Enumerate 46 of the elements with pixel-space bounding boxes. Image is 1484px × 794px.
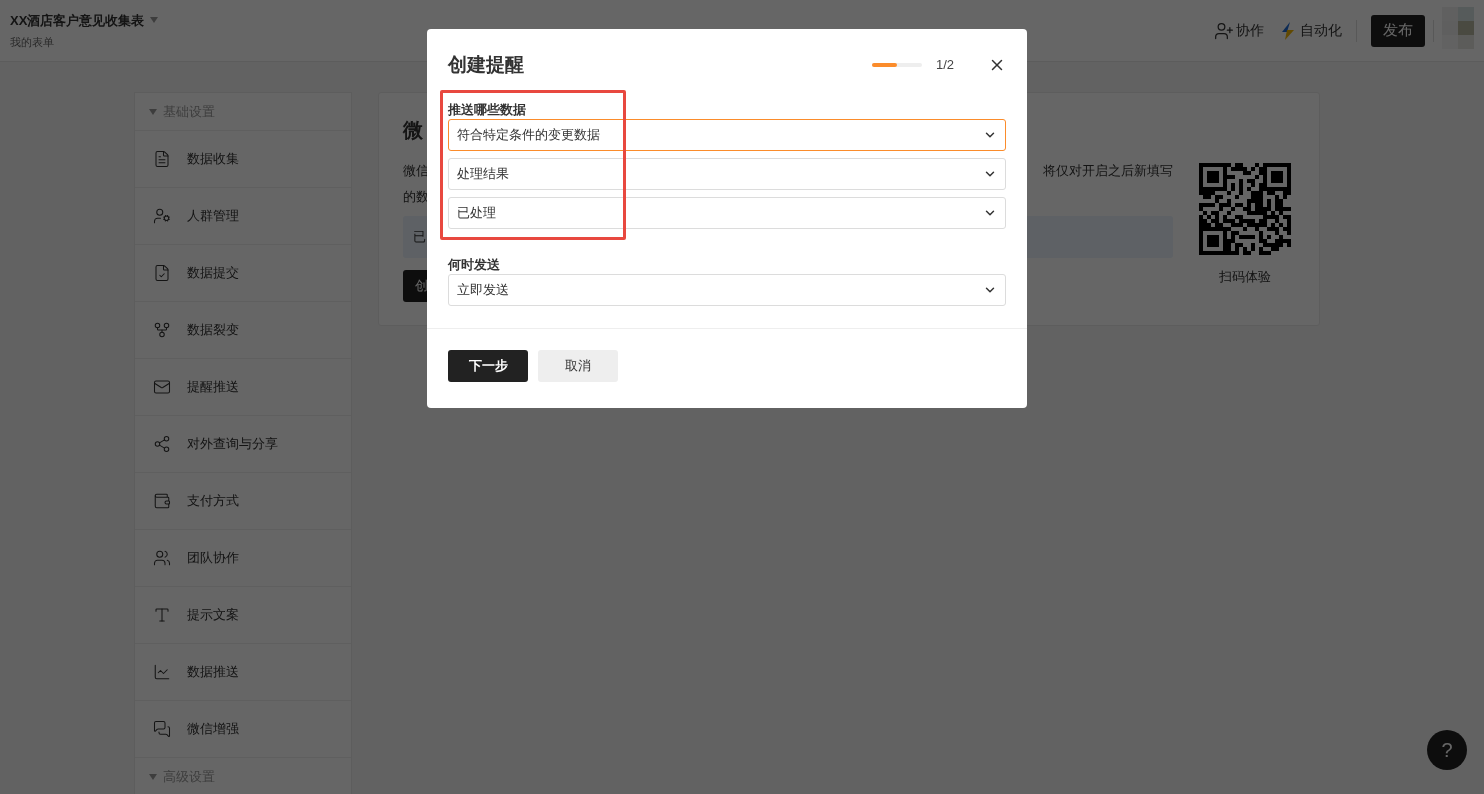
cancel-button[interactable]: 取消 <box>538 350 618 382</box>
sidebar-item[interactable]: 支付方式 <box>135 473 351 530</box>
sidebar-item[interactable]: 数据收集 <box>135 131 351 188</box>
collaborate-button[interactable]: 协作 <box>1214 20 1264 41</box>
sidebar-item[interactable]: 数据提交 <box>135 245 351 302</box>
field-label: 推送哪些数据 <box>448 103 527 117</box>
document-icon <box>153 150 171 168</box>
nodes-icon <box>153 321 171 339</box>
dialog-title: 创建提醒 <box>448 52 524 77</box>
envelope-icon <box>153 378 171 396</box>
caret-icon <box>149 773 157 780</box>
share-icon <box>153 435 171 453</box>
caret-icon <box>150 17 159 24</box>
help-button[interactable]: ? <box>1427 730 1467 770</box>
user-plus-icon <box>1214 20 1234 41</box>
sidebar-item[interactable]: 数据推送 <box>135 644 351 701</box>
card-title: 微 <box>403 118 423 143</box>
chart-icon <box>153 663 171 681</box>
sidebar-item[interactable]: 对外查询与分享 <box>135 416 351 473</box>
description-text: 的数 <box>403 187 430 206</box>
step-counter: 1/2 <box>935 56 954 75</box>
sidebar-item[interactable]: 数据裂变 <box>135 302 351 359</box>
chat-bubbles-icon <box>153 720 171 738</box>
wallet-icon <box>153 492 171 510</box>
form-title: XX酒店客户意见收集表 <box>10 11 145 30</box>
sidebar-item[interactable]: 人群管理 <box>135 188 351 245</box>
lightning-icon <box>1280 21 1296 40</box>
qr-caption: 扫码体验 <box>1219 268 1271 286</box>
select-field[interactable]: 符合特定条件的变更数据 <box>448 119 1006 151</box>
sidebar-item[interactable]: 团队协作 <box>135 530 351 587</box>
sidebar-item[interactable]: 提示文案 <box>135 587 351 644</box>
people-icon <box>153 549 171 567</box>
document-check-icon <box>153 264 171 282</box>
text-box-icon <box>153 606 171 624</box>
person-gear-icon <box>153 207 171 225</box>
automation-button[interactable]: 自动化 <box>1280 20 1342 41</box>
select-field[interactable]: 处理结果 <box>448 158 1006 190</box>
sidebar-item[interactable]: 提醒推送 <box>135 359 351 416</box>
select-field[interactable]: 立即发送 <box>448 274 1006 306</box>
sidebar-item[interactable]: 微信增强 <box>135 701 351 758</box>
publish-button[interactable]: 发布 <box>1371 14 1425 47</box>
description-text: 将仅对开启之后新填写 <box>1043 162 1173 180</box>
caret-icon <box>149 108 157 115</box>
select-field[interactable]: 已处理 <box>448 197 1006 229</box>
next-button[interactable]: 下一步 <box>448 350 528 382</box>
field-label: 何时发送 <box>448 258 501 272</box>
